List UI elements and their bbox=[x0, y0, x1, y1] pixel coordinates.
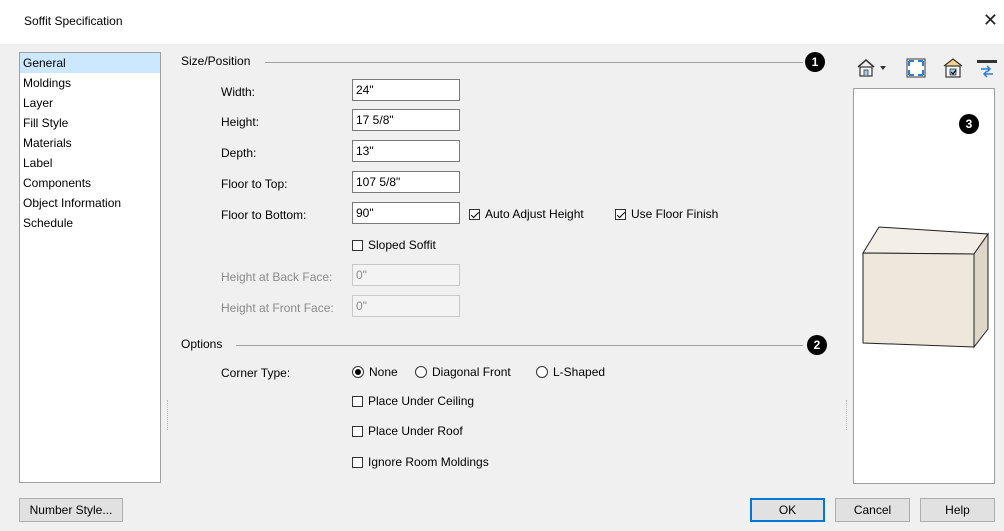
height-back-face-field[interactable]: 0" bbox=[352, 264, 460, 286]
swap-view-icon bbox=[977, 60, 997, 78]
floor-to-bottom-field[interactable]: 90" bbox=[352, 202, 460, 224]
nav-item-moldings[interactable]: Moldings bbox=[20, 73, 160, 93]
ok-button[interactable]: OK bbox=[750, 498, 825, 522]
auto-adjust-height-label: Auto Adjust Height bbox=[485, 207, 584, 221]
nav-item-layer[interactable]: Layer bbox=[20, 93, 160, 113]
use-floor-finish-checkbox[interactable]: Use Floor Finish bbox=[615, 207, 718, 221]
place-under-roof-checkbox[interactable]: Place Under Roof bbox=[352, 424, 463, 438]
corner-type-l-shaped-radio[interactable]: L-Shaped bbox=[536, 365, 605, 379]
sloped-soffit-checkbox[interactable]: Sloped Soffit bbox=[352, 238, 436, 252]
depth-label: Depth: bbox=[221, 146, 257, 160]
place-under-ceiling-check-icon bbox=[352, 395, 363, 407]
height-field[interactable]: 17 5/8" bbox=[352, 109, 460, 131]
nav-item-materials[interactable]: Materials bbox=[20, 133, 160, 153]
height-label: Height: bbox=[221, 115, 260, 129]
nav-item-general[interactable]: General bbox=[20, 53, 160, 73]
use-floor-finish-label: Use Floor Finish bbox=[631, 207, 719, 221]
auto-adjust-height-check-icon bbox=[469, 208, 480, 220]
radio-empty-icon bbox=[536, 366, 548, 378]
close-icon[interactable]: ✕ bbox=[983, 10, 998, 31]
nav-list: General Moldings Layer Fill Style Materi… bbox=[19, 52, 161, 483]
corner-type-diagonal-front-label: Diagonal Front bbox=[432, 365, 511, 379]
width-label: Width: bbox=[221, 85, 256, 99]
options-divider bbox=[236, 345, 803, 346]
window-title: Soffit Specification bbox=[24, 14, 123, 28]
height-front-face-field[interactable]: 0" bbox=[352, 295, 460, 317]
callout-badge-1: 1 bbox=[805, 52, 825, 72]
camera-view-dropdown-button[interactable] bbox=[853, 55, 893, 81]
width-field[interactable]: 24" bbox=[352, 79, 460, 101]
nav-item-object-information[interactable]: Object Information bbox=[20, 193, 160, 213]
options-header: Options bbox=[181, 337, 223, 351]
soffit-3d-preview bbox=[862, 226, 989, 349]
corner-type-none-radio[interactable]: None bbox=[352, 365, 398, 379]
place-under-ceiling-label: Place Under Ceiling bbox=[368, 394, 475, 408]
render-preview-button[interactable] bbox=[939, 55, 967, 81]
number-style-button[interactable]: Number Style... bbox=[19, 498, 123, 522]
render-preview-icon bbox=[943, 58, 963, 78]
callout-badge-2: 2 bbox=[807, 335, 827, 355]
place-under-roof-label: Place Under Roof bbox=[368, 424, 463, 438]
floor-to-top-field[interactable]: 107 5/8" bbox=[352, 171, 460, 193]
radio-empty-icon bbox=[415, 366, 427, 378]
nav-item-components[interactable]: Components bbox=[20, 173, 160, 193]
nav-item-label[interactable]: Label bbox=[20, 153, 160, 173]
sloped-soffit-label: Sloped Soffit bbox=[368, 238, 436, 252]
splitter-right[interactable] bbox=[846, 400, 848, 430]
size-position-header: Size/Position bbox=[181, 54, 251, 68]
height-back-face-label: Height at Back Face: bbox=[221, 270, 333, 284]
corner-type-none-label: None bbox=[369, 365, 398, 379]
swap-view-button[interactable] bbox=[973, 55, 1001, 81]
use-floor-finish-check-icon bbox=[615, 208, 626, 220]
corner-type-l-shaped-label: L-Shaped bbox=[553, 365, 606, 379]
fill-window-icon bbox=[906, 58, 926, 78]
floor-to-bottom-label: Floor to Bottom: bbox=[221, 208, 307, 222]
auto-adjust-height-checkbox[interactable]: Auto Adjust Height bbox=[469, 207, 584, 221]
place-under-ceiling-checkbox[interactable]: Place Under Ceiling bbox=[352, 394, 474, 408]
floor-to-top-label: Floor to Top: bbox=[221, 177, 288, 191]
help-button[interactable]: Help bbox=[920, 498, 995, 522]
height-front-face-label: Height at Front Face: bbox=[221, 301, 334, 315]
cancel-button[interactable]: Cancel bbox=[835, 498, 910, 522]
sloped-soffit-check-icon bbox=[352, 239, 363, 251]
ignore-room-moldings-label: Ignore Room Moldings bbox=[368, 455, 489, 469]
place-under-roof-check-icon bbox=[352, 425, 363, 437]
radio-selected-icon bbox=[352, 366, 364, 378]
preview-pane[interactable]: 3 bbox=[853, 88, 995, 484]
size-position-divider bbox=[265, 62, 803, 63]
fill-window-button[interactable] bbox=[902, 55, 930, 81]
ignore-room-moldings-checkbox[interactable]: Ignore Room Moldings bbox=[352, 455, 489, 469]
title-bar: Soffit Specification ✕ bbox=[0, 0, 1004, 44]
splitter-left[interactable] bbox=[167, 400, 169, 430]
corner-type-label: Corner Type: bbox=[221, 366, 291, 380]
camera-view-dropdown-icon bbox=[857, 59, 886, 77]
nav-item-schedule[interactable]: Schedule bbox=[20, 213, 160, 233]
depth-field[interactable]: 13" bbox=[352, 140, 460, 162]
nav-item-fill-style[interactable]: Fill Style bbox=[20, 113, 160, 133]
ignore-room-moldings-check-icon bbox=[352, 456, 363, 468]
corner-type-diagonal-front-radio[interactable]: Diagonal Front bbox=[415, 365, 511, 379]
